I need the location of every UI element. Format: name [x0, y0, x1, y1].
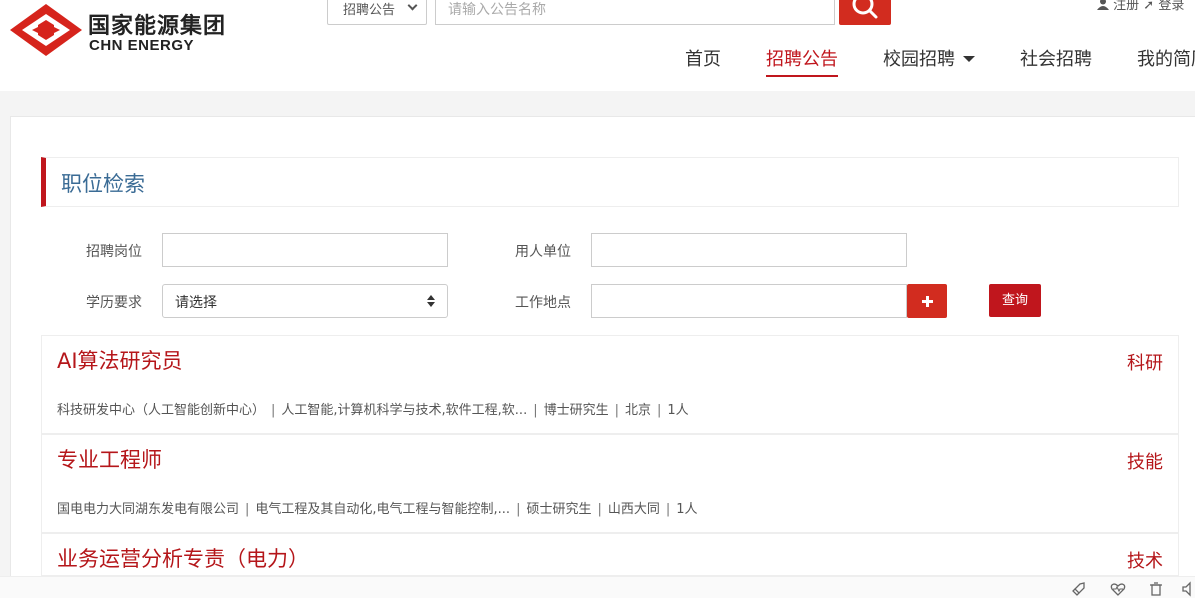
job-meta: 国电电力大同湖东发电有限公司 | 电气工程及其自动化,电气工程与智能控制,... | 硕…: [57, 498, 698, 517]
search-type-select[interactable]: 招聘公告: [327, 0, 427, 25]
user-icon: [1097, 0, 1109, 10]
chevron-down-icon: [407, 0, 418, 11]
query-button[interactable]: 查询: [989, 284, 1041, 317]
job-major: 电气工程及其自动化,电气工程与智能控制,...: [255, 502, 511, 517]
job-meta: 科技研发中心（人工智能创新中心） | 人工智能,计算机科学与技术,软件工程,软...…: [57, 399, 689, 418]
job-org: 国电电力大同湖东发电有限公司: [57, 502, 240, 517]
nav-campus-label: 校园招聘: [883, 49, 955, 70]
register-link[interactable]: 注册: [1113, 0, 1139, 13]
search-placeholder: 请输入公告名称: [448, 2, 546, 18]
job-category: 科研: [1127, 353, 1163, 374]
search-icon: [852, 0, 878, 19]
updown-caret-icon: [427, 295, 435, 307]
job-location: 北京: [625, 403, 652, 418]
trash-icon[interactable]: [1148, 581, 1164, 597]
job-location: 山西大同: [607, 502, 660, 517]
job-category: 技能: [1127, 452, 1163, 473]
chn-energy-logo-icon: [10, 4, 82, 56]
nav-social-recruitment[interactable]: 社会招聘: [1020, 45, 1092, 71]
search-input[interactable]: 请输入公告名称: [435, 0, 835, 25]
job-title[interactable]: 专业工程师: [57, 444, 162, 474]
education-selected: 请选择: [175, 295, 217, 311]
job-degree: 博士研究生: [543, 403, 609, 418]
separator: |: [665, 502, 671, 517]
section-title: 职位检索: [61, 172, 145, 196]
education-label: 学历要求: [86, 295, 142, 311]
job-category: 技术: [1127, 551, 1163, 572]
nav-my-resume[interactable]: 我的简历: [1137, 45, 1195, 71]
separator: |: [614, 403, 619, 418]
caret-down-icon: [963, 56, 975, 62]
position-label: 招聘岗位: [86, 244, 142, 260]
employer-label: 用人单位: [515, 244, 571, 260]
bottom-toolbar: [0, 576, 1195, 598]
nav-announcements[interactable]: 招聘公告: [766, 45, 838, 71]
speaker-icon[interactable]: [1182, 581, 1195, 597]
separator: |: [516, 502, 521, 517]
login-arrow-icon: ➚: [1143, 0, 1155, 13]
job-org: 科技研发中心（人工智能创新中心）: [57, 403, 266, 418]
nav-home[interactable]: 首页: [685, 45, 721, 71]
job-title[interactable]: AI算法研究员: [57, 345, 183, 375]
login-link[interactable]: 登录: [1158, 0, 1184, 13]
job-degree: 硕士研究生: [526, 502, 592, 517]
location-label: 工作地点: [515, 295, 571, 311]
separator: |: [245, 502, 250, 517]
position-input[interactable]: [162, 233, 448, 267]
job-title[interactable]: 业务运营分析专责（电力）: [57, 543, 309, 573]
account-links: 注册 ➚ 登录: [1097, 0, 1184, 13]
job-card[interactable]: 专业工程师 技能 国电电力大同湖东发电有限公司 | 电气工程及其自动化,电气工程与智…: [41, 434, 1179, 533]
site-logo[interactable]: 国家能源集团 CHN ENERGY: [8, 2, 238, 58]
job-count: 1人: [676, 502, 698, 517]
nav-active-underline: [766, 75, 838, 77]
section-title-box: 职位检索: [41, 157, 1179, 207]
separator: |: [533, 403, 538, 418]
rocket-icon[interactable]: [1071, 581, 1087, 597]
add-location-button[interactable]: [907, 284, 947, 318]
nav-campus-recruitment[interactable]: 校园招聘: [883, 45, 975, 71]
site-header: 国家能源集团 CHN ENERGY 招聘公告 请输入公告名称 注册 ➚ 登录 首…: [0, 0, 1195, 91]
job-card[interactable]: AI算法研究员 科研 科技研发中心（人工智能创新中心） | 人工智能,计算机科学与技…: [41, 335, 1179, 434]
separator: |: [271, 403, 276, 418]
logo-text-cn: 国家能源集团: [88, 14, 227, 39]
separator: |: [657, 403, 662, 418]
job-card[interactable]: 业务运营分析专责（电力） 技术: [41, 533, 1179, 576]
education-select[interactable]: 请选择: [162, 284, 448, 318]
search-type-value: 招聘公告: [343, 3, 396, 18]
job-major: 人工智能,计算机科学与技术,软件工程,软...: [281, 403, 528, 418]
separator: |: [597, 502, 602, 517]
employer-input[interactable]: [591, 233, 907, 267]
location-input[interactable]: [591, 284, 907, 318]
health-heart-icon[interactable]: [1110, 581, 1126, 597]
logo-text-en: CHN ENERGY: [89, 37, 195, 54]
job-count: 1人: [667, 403, 689, 418]
search-button[interactable]: [839, 0, 891, 25]
